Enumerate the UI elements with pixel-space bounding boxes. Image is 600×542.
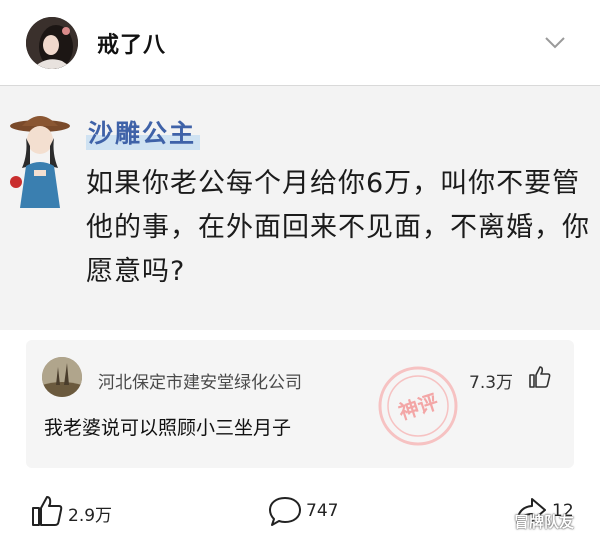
comment-button[interactable]: 747	[268, 494, 358, 528]
like-button[interactable]: 2.9万	[30, 494, 140, 528]
user-avatar[interactable]	[26, 17, 78, 69]
post-text: 如果你老公每个月给你6万，叫你不要管他的事，在外面回来不见面，不离婚，你愿意吗?	[86, 168, 590, 287]
commenter-name[interactable]: 河北保定市建安堂绿化公司	[98, 368, 302, 393]
post-header: 戒了八	[0, 0, 600, 86]
user-name[interactable]: 戒了八	[97, 27, 166, 59]
comment-text: 我老婆说可以照顾小三坐月子	[44, 417, 292, 439]
chevron-down-icon[interactable]	[543, 34, 567, 52]
comment-like-count: 7.3万	[469, 373, 514, 393]
thumbs-up-icon[interactable]	[528, 365, 552, 389]
speech-bubble-icon	[269, 497, 301, 526]
like-count: 2.9万	[68, 506, 113, 526]
post-image[interactable]: 沙雕公主 如果你老公每个月给你6万，叫你不要管他的事，在外面回来不见面，不离婚，…	[0, 86, 600, 330]
stamp-label: 神评	[396, 389, 441, 424]
commenter-avatar[interactable]	[42, 357, 82, 397]
hot-comment[interactable]: 河北保定市建安堂绿化公司 神评 7.3万 我老婆说可以照顾小三坐月子	[26, 340, 574, 468]
princess-illustration	[10, 116, 70, 208]
post-author: 沙雕公主	[86, 114, 201, 150]
watermark: 冒牌队友	[514, 513, 575, 531]
thumbs-up-icon	[32, 496, 63, 526]
comment-count: 747	[306, 501, 339, 521]
hot-comment-stamp: 神评	[378, 366, 458, 446]
